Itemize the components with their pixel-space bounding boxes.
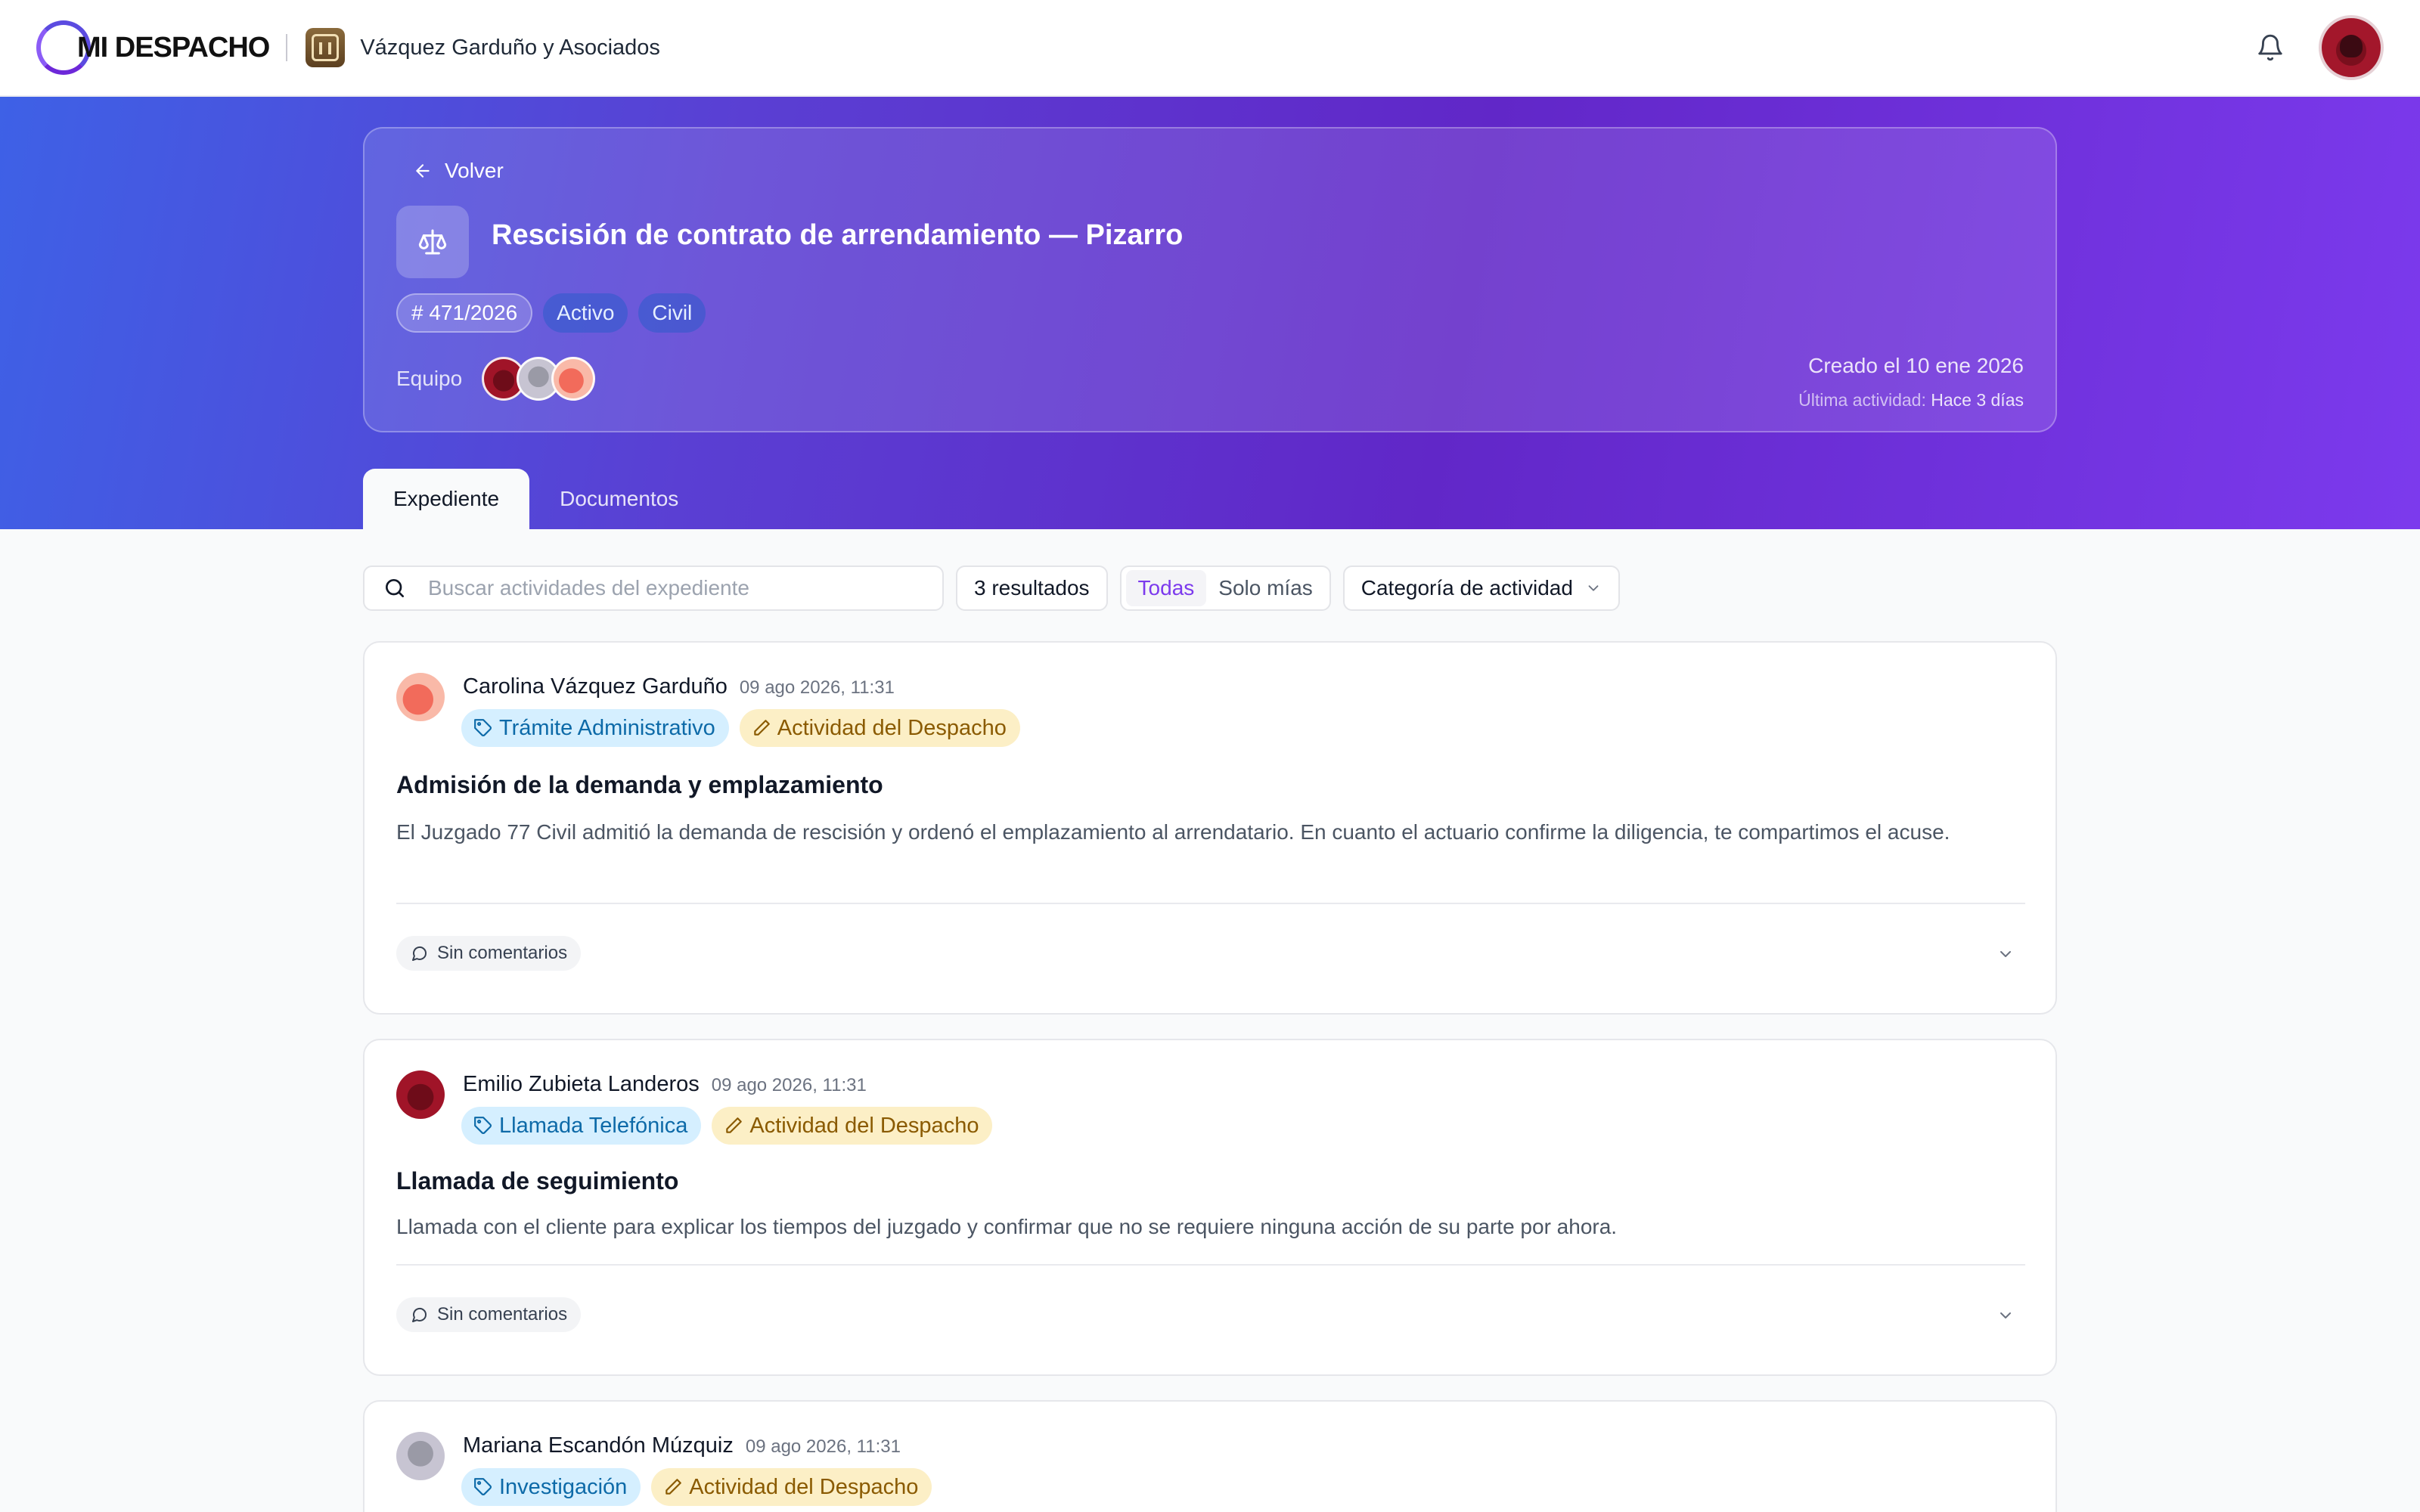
activity-date: 09 ago 2026, 11:31 (711, 1075, 867, 1095)
scope-toggle: Todas Solo mías (1119, 565, 1331, 611)
case-hero: Volver Rescisión de contrato de arrendam… (0, 97, 2420, 529)
firm-logo-icon (306, 28, 346, 67)
back-label: Volver (445, 159, 504, 182)
team-label: Equipo (396, 367, 463, 390)
category-tag: Trámite Administrativo (461, 709, 729, 747)
brand-divider (286, 34, 288, 61)
team-list: Equipo (396, 357, 596, 401)
category-tag-label: Trámite Administrativo (499, 715, 715, 740)
activity-card: Mariana Escandón Múzquiz 09 ago 2026, 11… (363, 1400, 2057, 1512)
activity-author: Carolina Vázquez Garduño 09 ago 2026, 11… (463, 674, 895, 699)
results-count: 3 resultados (956, 565, 1108, 611)
category-dropdown-label: Categoría de actividad (1360, 576, 1573, 600)
comment-icon (412, 946, 427, 961)
tag-icon (474, 719, 492, 736)
status-badge: Activo (543, 293, 628, 333)
scope-all-button[interactable]: Todas (1125, 570, 1207, 606)
pencil-icon (726, 1117, 743, 1133)
activity-tags: Trámite Administrativo Actividad del Des… (461, 709, 1020, 747)
category-dropdown[interactable]: Categoría de actividad (1342, 565, 1620, 611)
activity-tags: Llamada Telefónica Actividad del Despach… (461, 1107, 993, 1145)
activity-date: 09 ago 2026, 11:31 (739, 677, 895, 698)
category-tag-label: Investigación (499, 1474, 628, 1499)
chevron-down-icon[interactable] (1995, 1305, 2016, 1326)
author-name: Carolina Vázquez Garduño (463, 674, 728, 699)
activity-body: El Juzgado 77 Civil admitió la demanda d… (396, 820, 1950, 844)
author-name: Mariana Escandón Múzquiz (463, 1433, 734, 1458)
scales-icon (396, 206, 469, 278)
case-tabs: Expediente Documentos (363, 469, 709, 529)
header-actions (2255, 15, 2384, 80)
activity-card: Emilio Zubieta Landeros 09 ago 2026, 11:… (363, 1039, 2057, 1376)
activity-date: 09 ago 2026, 11:31 (745, 1436, 901, 1457)
comments-label: Sin comentarios (437, 943, 568, 963)
kind-tag-label: Actividad del Despacho (749, 1113, 979, 1138)
activity-body: Llamada con el cliente para explicar los… (396, 1215, 1618, 1238)
author-avatar (396, 1432, 445, 1480)
case-meta: Creado el 10 ene 2026 Última actividad: … (1798, 354, 2024, 411)
case-summary-card: Volver Rescisión de contrato de arrendam… (363, 127, 2057, 432)
tag-icon (474, 1478, 492, 1495)
activity-title: Llamada de seguimiento (396, 1167, 679, 1194)
tab-expediente[interactable]: Expediente (363, 469, 530, 529)
activity-author: Emilio Zubieta Landeros 09 ago 2026, 11:… (463, 1072, 867, 1097)
kind-tag-label: Actividad del Despacho (777, 715, 1007, 740)
card-divider (396, 1264, 2025, 1266)
card-divider (396, 903, 2025, 904)
pencil-icon (666, 1479, 682, 1495)
comments-button[interactable]: Sin comentarios (396, 1297, 582, 1332)
comments-label: Sin comentarios (437, 1304, 568, 1325)
last-activity: Última actividad: Hace 3 días (1798, 390, 2024, 411)
back-button[interactable]: Volver (413, 159, 504, 183)
kind-tag-label: Actividad del Despacho (689, 1474, 919, 1499)
brand-name: MI DESPACHO (77, 31, 270, 64)
brand-logo[interactable]: MI DESPACHO (36, 17, 270, 78)
bell-icon[interactable] (2255, 33, 2285, 63)
last-activity-value: Hace 3 días (1931, 390, 2024, 410)
category-tag-label: Llamada Telefónica (499, 1113, 688, 1138)
case-title: Rescisión de contrato de arrendamiento —… (492, 219, 1184, 251)
kind-tag: Actividad del Despacho (651, 1468, 932, 1506)
tab-documentos[interactable]: Documentos (529, 469, 709, 529)
activity-card: Carolina Vázquez Garduño 09 ago 2026, 11… (363, 641, 2057, 1015)
chevron-down-icon[interactable] (1995, 943, 2016, 965)
activity-tags: Investigación Actividad del Despacho (461, 1468, 932, 1506)
top-bar: MI DESPACHO Vázquez Garduño y Asociados (0, 0, 2420, 97)
search-box (363, 565, 944, 611)
activity-filters: 3 resultados Todas Solo mías Categoría d… (363, 565, 1620, 611)
category-tag: Investigación (461, 1468, 641, 1506)
case-number-badge: # 471/2026 (396, 293, 533, 333)
created-date: Creado el 10 ene 2026 (1808, 354, 2024, 377)
comment-icon (412, 1307, 427, 1322)
user-avatar[interactable] (2319, 15, 2384, 80)
case-chips: # 471/2026 Activo Civil (396, 293, 706, 333)
category-tag: Llamada Telefónica (461, 1107, 702, 1145)
activity-title: Admisión de la demanda y emplazamiento (396, 771, 883, 798)
comments-button[interactable]: Sin comentarios (396, 936, 582, 971)
author-avatar (396, 673, 445, 721)
kind-tag: Actividad del Despacho (712, 1107, 993, 1145)
activity-author: Mariana Escandón Múzquiz 09 ago 2026, 11… (463, 1433, 901, 1458)
firm-name: Vázquez Garduño y Asociados (360, 35, 660, 60)
kind-tag: Actividad del Despacho (739, 709, 1020, 747)
team-member-avatar[interactable] (551, 357, 596, 401)
scope-mine-button[interactable]: Solo mías (1206, 570, 1325, 606)
chevron-down-icon (1588, 585, 1599, 591)
author-avatar (396, 1070, 445, 1119)
author-name: Emilio Zubieta Landeros (463, 1072, 700, 1096)
tag-icon (474, 1117, 492, 1134)
search-input[interactable] (428, 576, 912, 600)
pencil-icon (754, 720, 770, 736)
last-activity-label: Última actividad: (1798, 390, 1926, 410)
area-badge: Civil (638, 293, 706, 333)
search-icon (385, 579, 404, 597)
arrow-left-icon (416, 164, 430, 178)
